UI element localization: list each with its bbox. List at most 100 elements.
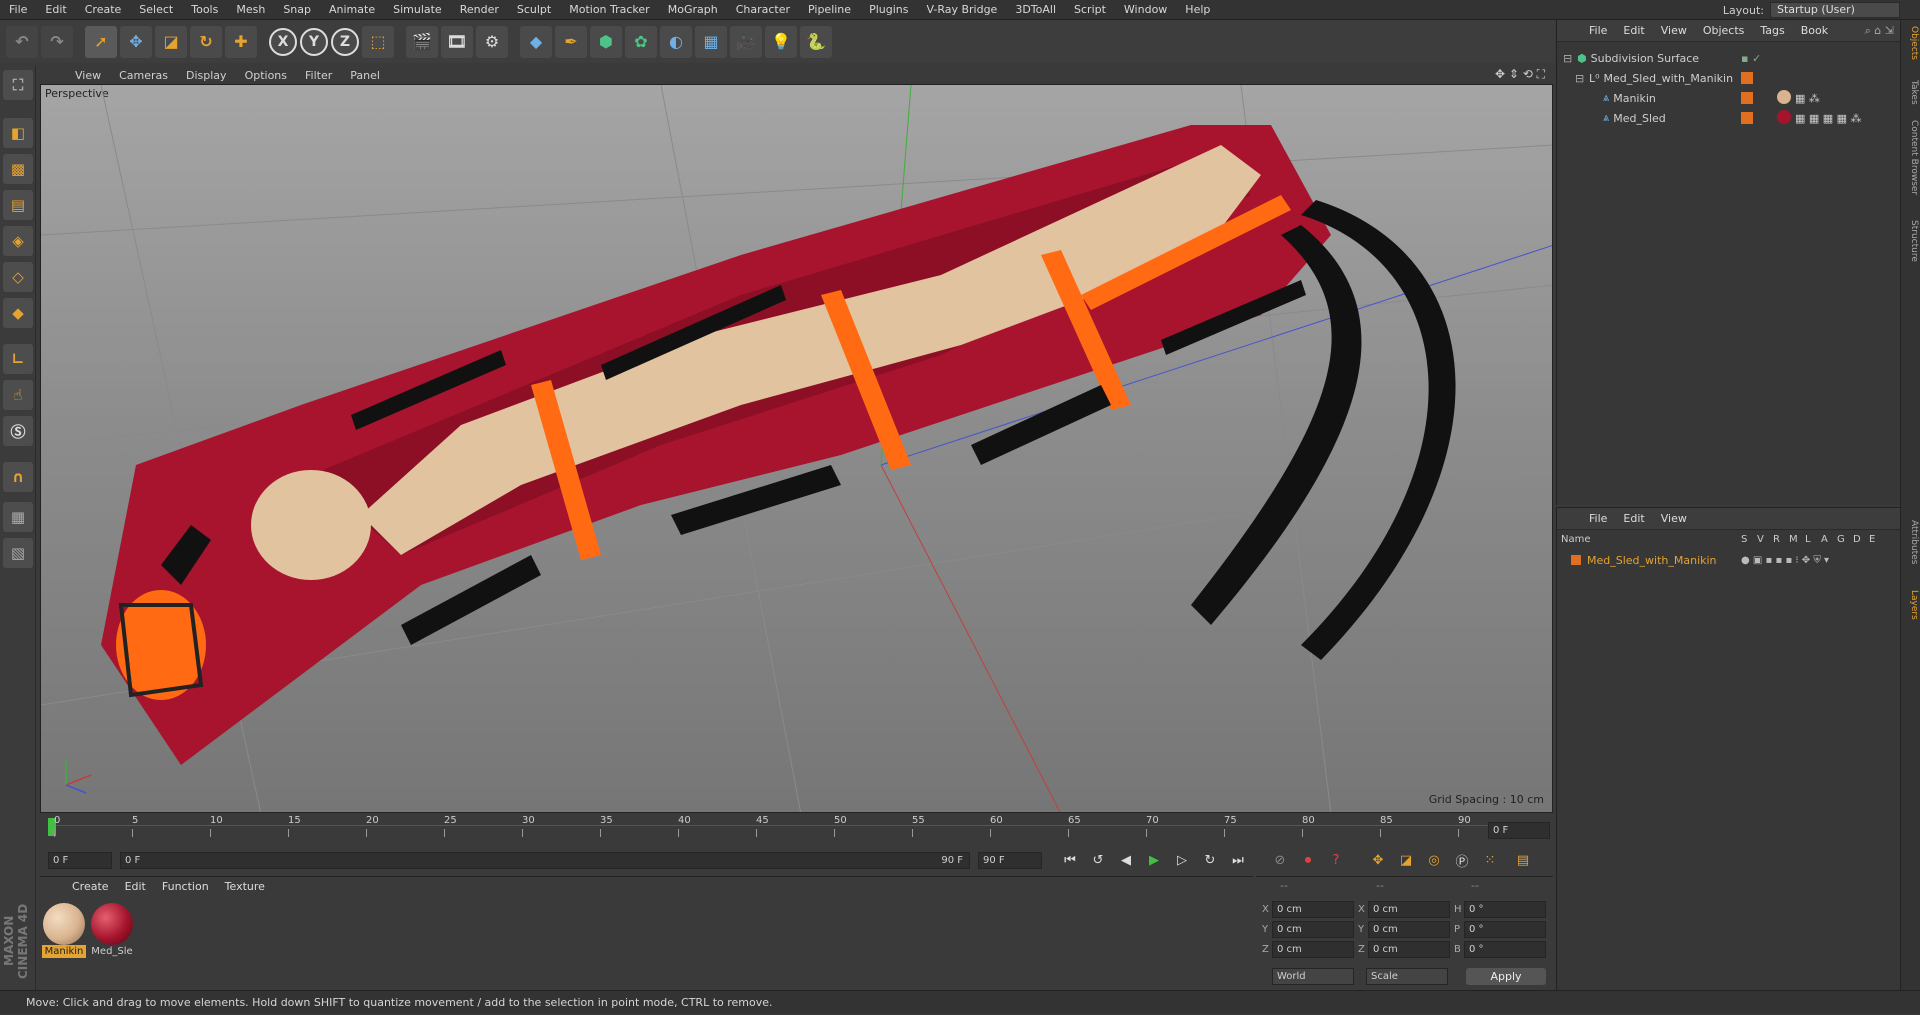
polygons-mode-icon[interactable]: ◆ xyxy=(3,298,33,328)
subdivision-icon[interactable]: ⬢ xyxy=(590,25,622,58)
edges-mode-icon[interactable]: ◇ xyxy=(3,262,33,292)
scale-icon[interactable]: ◪ xyxy=(155,25,187,58)
coordinate-mode-dropdown[interactable]: Scale xyxy=(1366,968,1448,985)
make-editable-icon[interactable]: ⛶ xyxy=(3,70,33,100)
material-menu-create[interactable]: Create xyxy=(64,880,117,893)
layout-dropdown[interactable]: Startup (User) xyxy=(1770,2,1900,18)
light-icon[interactable]: 💡 xyxy=(765,25,797,58)
go-to-start-icon[interactable]: ⏮ xyxy=(1059,850,1081,870)
go-to-end-icon[interactable]: ⏭ xyxy=(1227,850,1249,870)
undo-icon[interactable]: ↶ xyxy=(6,25,38,58)
object-row-med-sled[interactable]: ⩓ Med_Sled ▦ ▦ ▦ ▦ ⁂ xyxy=(1557,108,1901,128)
object-menu-tags[interactable]: Tags xyxy=(1752,24,1792,37)
menu-character[interactable]: Character xyxy=(727,0,799,20)
layer-color-icon[interactable] xyxy=(1741,112,1753,124)
render-view-icon[interactable]: 🎬 xyxy=(406,25,438,58)
menu-create[interactable]: Create xyxy=(76,0,131,20)
next-key-icon[interactable]: ↻ xyxy=(1199,850,1221,870)
viewport-menu-cameras[interactable]: Cameras xyxy=(110,69,177,82)
timeline-window-icon[interactable]: ▤ xyxy=(1512,850,1534,870)
python-icon[interactable]: 🐍 xyxy=(800,25,832,58)
timeline-ruler[interactable]: 0 5 10 15 20 25 30 35 40 45 50 55 60 65 70 75 80 85 90 0 F xyxy=(40,815,1553,845)
object-row-med-sled-with-manikin[interactable]: ⊟ L⁰ Med_Sled_with_Manikin xyxy=(1557,68,1901,88)
menu-script[interactable]: Script xyxy=(1065,0,1115,20)
position-z-field[interactable]: 0 cm xyxy=(1272,940,1354,958)
material-swatch-manikin[interactable]: Manikin xyxy=(42,903,86,958)
viewport-menu-panel[interactable]: Panel xyxy=(341,69,389,82)
object-menu-edit[interactable]: Edit xyxy=(1615,24,1652,37)
object-menu-file[interactable]: File xyxy=(1581,24,1615,37)
menu-select[interactable]: Select xyxy=(130,0,182,20)
menu-v-ray-bridge[interactable]: V-Ray Bridge xyxy=(917,0,1006,20)
size-z-field[interactable]: 0 cm xyxy=(1368,940,1450,958)
viewport-menu-filter[interactable]: Filter xyxy=(296,69,341,82)
rotation-h-field[interactable]: 0 ° xyxy=(1464,900,1546,918)
uvw-tag-icon[interactable]: ▦ ▦ ▦ ▦ ⁂ xyxy=(1795,112,1862,125)
workplane-snap-icon[interactable]: ▧ xyxy=(3,538,33,568)
viewport-nav-icons[interactable]: ✥ ⇕ ⟲ ⛶ xyxy=(1495,67,1545,82)
size-x-field[interactable]: 0 cm xyxy=(1368,900,1450,918)
current-frame-field[interactable]: 0 F xyxy=(1488,822,1550,839)
cube-icon[interactable]: ◆ xyxy=(520,25,552,58)
material-tag-icon[interactable] xyxy=(1777,90,1791,104)
menu-3dtoall[interactable]: 3DToAll xyxy=(1006,0,1065,20)
layer-menu-view[interactable]: View xyxy=(1653,512,1695,525)
layer-row[interactable]: Med_Sled_with_Manikin ● ▣ ▪ ▪ ▪ ⁝ ✥ ⛨ ▾ xyxy=(1557,550,1901,570)
object-menu-objects[interactable]: Objects xyxy=(1695,24,1753,37)
model-mode-icon[interactable]: ◧ xyxy=(3,118,33,148)
rotate-icon[interactable]: ↻ xyxy=(190,25,222,58)
object-search-icon[interactable]: ⌕ ⌂ ⇲ xyxy=(1865,24,1900,38)
play-icon[interactable]: ▶ xyxy=(1143,850,1165,870)
material-tag-icon[interactable] xyxy=(1777,110,1791,124)
key-param-icon[interactable]: Ⓟ xyxy=(1451,850,1473,870)
select-icon[interactable]: ➚ xyxy=(85,25,117,58)
render-picture-viewer-icon[interactable]: 🎞 xyxy=(441,25,473,58)
tab-objects[interactable]: Objects xyxy=(1903,26,1919,60)
layer-menu-file[interactable]: File xyxy=(1581,512,1615,525)
viewport-menu-view[interactable]: View xyxy=(66,69,110,82)
layer-toggle-icons[interactable]: ● ▣ ▪ ▪ ▪ ⁝ ✥ ⛨ ▾ xyxy=(1741,555,1829,566)
menu-motion-tracker[interactable]: Motion Tracker xyxy=(560,0,658,20)
uvw-tag-icon[interactable]: ▦ ⁂ xyxy=(1795,92,1820,105)
menu-help[interactable]: Help xyxy=(1176,0,1219,20)
key-pla-icon[interactable]: ⁙ xyxy=(1479,850,1501,870)
key-position-icon[interactable]: ✥ xyxy=(1367,850,1389,870)
snap-icon[interactable]: Ⓢ xyxy=(3,416,33,446)
apply-button[interactable]: Apply xyxy=(1466,968,1546,985)
start-frame-field[interactable]: 0 F xyxy=(48,851,112,869)
menu-pipeline[interactable]: Pipeline xyxy=(799,0,860,20)
object-row-subdivision-surface[interactable]: ⊟ ⬢ Subdivision Surface ▪ ✓ xyxy=(1557,48,1901,68)
menu-snap[interactable]: Snap xyxy=(274,0,320,20)
texture-mode-icon[interactable]: ▩ xyxy=(3,154,33,184)
menu-render[interactable]: Render xyxy=(451,0,508,20)
menu-window[interactable]: Window xyxy=(1115,0,1176,20)
deformer-icon[interactable]: ◐ xyxy=(660,25,692,58)
coordinate-system-icon[interactable]: ⬚ xyxy=(362,25,394,58)
cloner-icon[interactable]: ✿ xyxy=(625,25,657,58)
tweak-mode-icon[interactable]: ☝ xyxy=(3,380,33,410)
step-forward-icon[interactable]: ▷ xyxy=(1171,850,1193,870)
x-axis-icon[interactable]: X xyxy=(269,27,297,56)
menu-plugins[interactable]: Plugins xyxy=(860,0,917,20)
magnet-icon[interactable]: ∩ xyxy=(3,462,33,492)
viewport-menu-display[interactable]: Display xyxy=(177,69,236,82)
tab-structure[interactable]: Structure xyxy=(1903,220,1919,262)
camera-icon[interactable]: 🎥 xyxy=(730,25,762,58)
object-menu-view[interactable]: View xyxy=(1653,24,1695,37)
coordinate-space-dropdown[interactable]: World xyxy=(1272,968,1354,985)
record-icon[interactable]: ⏺ xyxy=(1297,850,1319,870)
add-icon[interactable]: ✚ xyxy=(225,25,257,58)
layer-menu-edit[interactable]: Edit xyxy=(1615,512,1652,525)
key-rotation-icon[interactable]: ◎ xyxy=(1423,850,1445,870)
menu-animate[interactable]: Animate xyxy=(320,0,384,20)
z-axis-icon[interactable]: Z xyxy=(331,27,359,56)
points-mode-icon[interactable]: ◈ xyxy=(3,226,33,256)
tab-takes[interactable]: Takes xyxy=(1903,80,1919,105)
redo-icon[interactable]: ↷ xyxy=(41,25,73,58)
workplane-icon[interactable]: ▤ xyxy=(3,190,33,220)
floor-icon[interactable]: ▦ xyxy=(695,25,727,58)
menu-simulate[interactable]: Simulate xyxy=(384,0,451,20)
tab-content-browser[interactable]: Content Browser xyxy=(1903,120,1919,195)
y-axis-icon[interactable]: Y xyxy=(300,27,328,56)
object-menu-bookmarks[interactable]: Book xyxy=(1793,24,1836,37)
